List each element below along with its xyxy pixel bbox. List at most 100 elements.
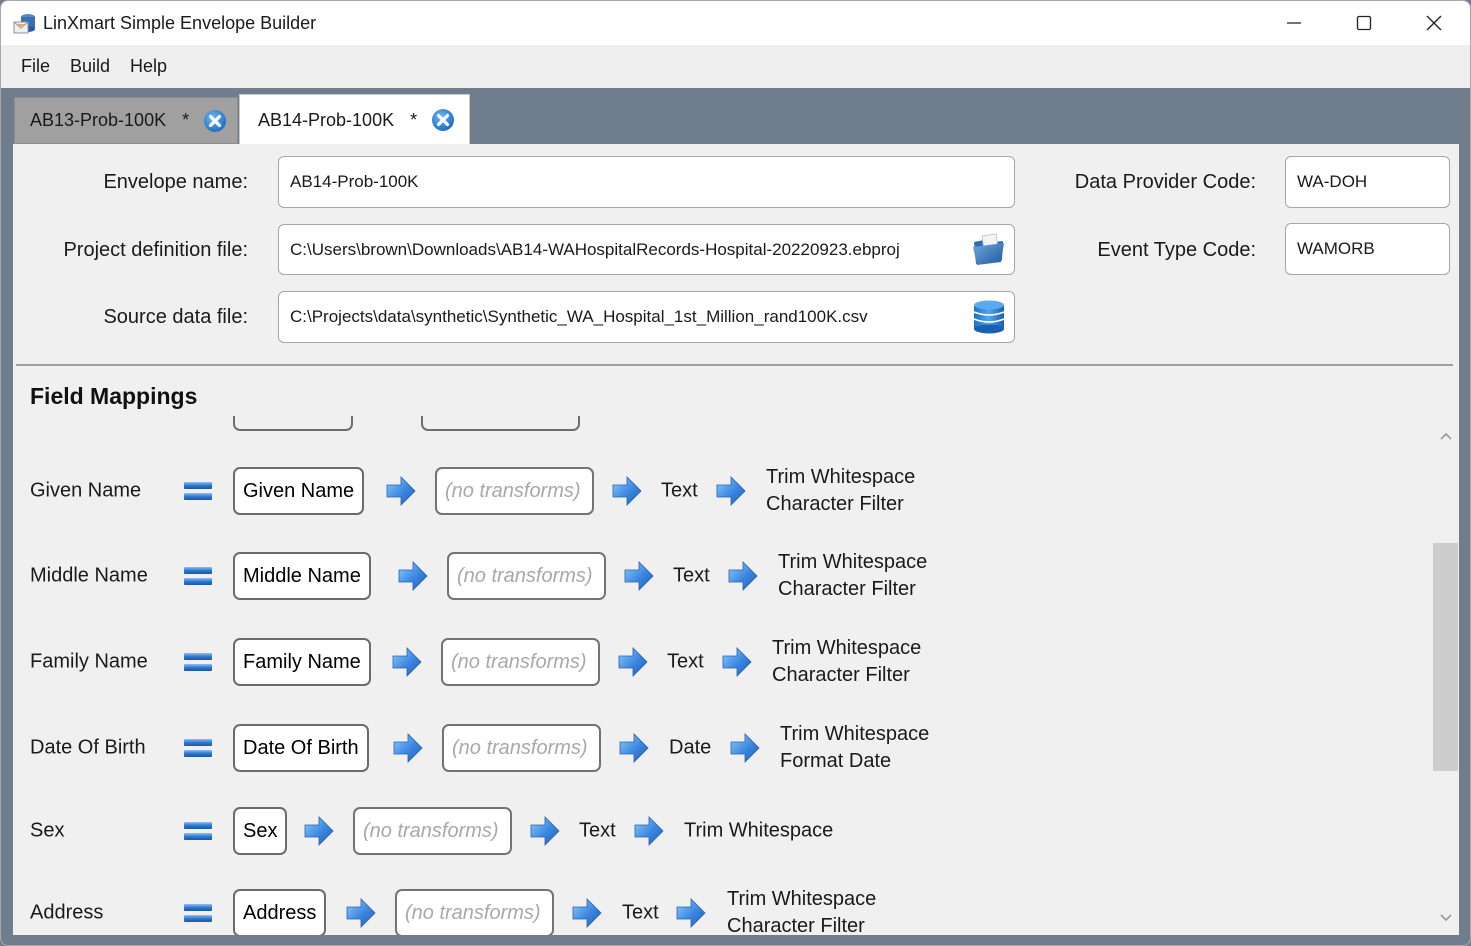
envelope-name-input[interactable]: AB14-Prob-100K <box>278 156 1015 208</box>
operation-item: Format Date <box>780 750 892 772</box>
source-file-input[interactable]: C:\Projects\data\synthetic\Synthetic_WA_… <box>278 291 1015 343</box>
data-type-label: Date <box>669 736 712 759</box>
equals-icon <box>183 651 213 673</box>
tab-label: AB14-Prob-100K <box>258 109 395 130</box>
operation-item: Trim Whitespace <box>684 819 834 842</box>
operations-list: Trim Whitespace Character Filter <box>772 635 921 689</box>
source-file-value: C:\Projects\data\synthetic\Synthetic_WA_… <box>290 307 868 326</box>
menu-file[interactable]: File <box>11 56 60 77</box>
operation-item: Trim Whitespace <box>778 551 928 573</box>
source-field-box[interactable]: Family Name <box>233 638 371 686</box>
arrow-right-icon <box>392 732 424 764</box>
mapping-row: Address Address (no transforms) Text Tri… <box>13 883 1413 935</box>
minimize-icon <box>1287 22 1301 24</box>
mapping-row: Middle Name Middle Name (no transforms) … <box>13 546 1413 606</box>
source-field-box[interactable]: Date Of Birth <box>233 724 369 772</box>
scrollbar-thumb[interactable] <box>1433 543 1458 772</box>
vertical-scrollbar[interactable] <box>1433 416 1459 935</box>
tab-ab13[interactable]: AB13-Prob-100K * <box>14 97 238 144</box>
mapping-row: Family Name Family Name (no transforms) … <box>13 632 1413 692</box>
mapping-row: Date Of Birth Date Of Birth (no transfor… <box>13 718 1413 778</box>
maximize-icon <box>1356 15 1372 31</box>
arrow-right-icon <box>618 732 650 764</box>
close-circle-icon[interactable] <box>203 109 227 133</box>
operations-list: Trim Whitespace Character Filter <box>766 464 915 518</box>
transforms-box[interactable]: (no transforms) <box>441 638 600 686</box>
target-field-label: Date Of Birth <box>30 736 146 759</box>
tab-ab14[interactable]: AB14-Prob-100K * <box>239 94 470 145</box>
menu-build[interactable]: Build <box>60 56 120 77</box>
arrow-right-icon <box>611 475 643 507</box>
arrow-right-icon <box>385 475 417 507</box>
operations-list: Trim Whitespace Character Filter <box>778 549 927 603</box>
database-icon[interactable] <box>970 297 1008 335</box>
target-field-label: Address <box>30 901 104 924</box>
close-icon <box>1426 15 1442 31</box>
target-field-label: Middle Name <box>30 564 148 587</box>
app-window: LinXmart Simple Envelope Builder File Bu… <box>0 0 1471 946</box>
source-field-box[interactable]: Sex <box>233 807 288 855</box>
transforms-box[interactable]: (no transforms) <box>395 889 554 935</box>
equals-icon <box>183 480 213 502</box>
arrow-right-icon <box>571 897 603 929</box>
data-provider-code-input[interactable]: WA-DOH <box>1285 156 1450 208</box>
arrow-right-icon <box>529 815 561 847</box>
arrow-right-icon <box>633 815 665 847</box>
menu-help[interactable]: Help <box>120 56 177 77</box>
title-bar: LinXmart Simple Envelope Builder <box>1 1 1470 45</box>
operation-item: Trim Whitespace <box>772 637 922 659</box>
tab-dirty-marker: * <box>182 110 190 130</box>
project-file-input[interactable]: C:\Users\brown\Downloads\AB14-WAHospital… <box>278 224 1015 275</box>
close-window-button[interactable] <box>1399 1 1469 45</box>
window-title: LinXmart Simple Envelope Builder <box>43 13 317 33</box>
arrow-right-icon <box>345 897 377 929</box>
equals-icon <box>183 565 213 587</box>
source-field-box[interactable]: Middle Name <box>233 552 371 600</box>
clipped-transform-box <box>421 416 580 431</box>
close-circle-icon[interactable] <box>431 108 455 132</box>
data-type-label: Text <box>667 650 704 673</box>
project-file-value: C:\Users\brown\Downloads\AB14-WAHospital… <box>290 239 900 259</box>
section-divider <box>16 364 1453 366</box>
chevron-up-icon[interactable] <box>1438 430 1454 442</box>
field-mappings-title: Field Mappings <box>30 383 198 409</box>
source-field-box[interactable]: Address <box>233 889 327 935</box>
transforms-box[interactable]: (no transforms) <box>442 724 601 772</box>
mapping-row: Sex Sex (no transforms) Text Trim Whites… <box>13 801 1413 861</box>
data-type-label: Text <box>673 564 710 587</box>
arrow-right-icon <box>727 560 759 592</box>
clipped-source-box <box>233 416 353 431</box>
equals-icon <box>183 737 213 759</box>
arrow-right-icon <box>617 646 649 678</box>
operations-list: Trim Whitespace Character Filter <box>727 886 876 935</box>
arrow-right-icon <box>721 646 753 678</box>
tab-dirty-marker: * <box>410 109 418 130</box>
event-type-code-input[interactable]: WAMORB <box>1285 223 1450 275</box>
source-field-box[interactable]: Given Name <box>233 467 365 515</box>
minimize-button[interactable] <box>1259 1 1329 45</box>
operation-item: Trim Whitespace <box>727 888 877 910</box>
target-field-label: Sex <box>30 819 65 842</box>
transforms-box[interactable]: (no transforms) <box>353 807 512 855</box>
operation-item: Trim Whitespace <box>780 723 930 745</box>
operations-list: Trim Whitespace <box>684 818 833 845</box>
envelope-name-label: Envelope name: <box>103 171 248 193</box>
open-folder-icon[interactable] <box>970 230 1008 268</box>
maximize-button[interactable] <box>1329 1 1399 45</box>
equals-icon <box>183 820 213 842</box>
envelope-database-icon <box>13 14 35 34</box>
arrow-right-icon <box>303 815 335 847</box>
menu-bar: File Build Help <box>1 45 1470 88</box>
chevron-down-icon[interactable] <box>1438 912 1454 924</box>
operation-item: Trim Whitespace <box>766 466 916 488</box>
data-type-label: Text <box>661 479 698 502</box>
field-mappings-list: Given Name Given Name (no transforms) Te… <box>13 416 1433 935</box>
target-field-label: Given Name <box>30 479 142 502</box>
arrow-right-icon <box>391 646 423 678</box>
equals-icon <box>183 902 213 924</box>
tab-strip: AB13-Prob-100K * AB14-Prob-100K * <box>1 88 1470 145</box>
transforms-box[interactable]: (no transforms) <box>447 552 606 600</box>
data-type-label: Text <box>579 819 616 842</box>
transforms-box[interactable]: (no transforms) <box>435 467 594 515</box>
data-provider-code-label: Data Provider Code: <box>1074 171 1256 193</box>
